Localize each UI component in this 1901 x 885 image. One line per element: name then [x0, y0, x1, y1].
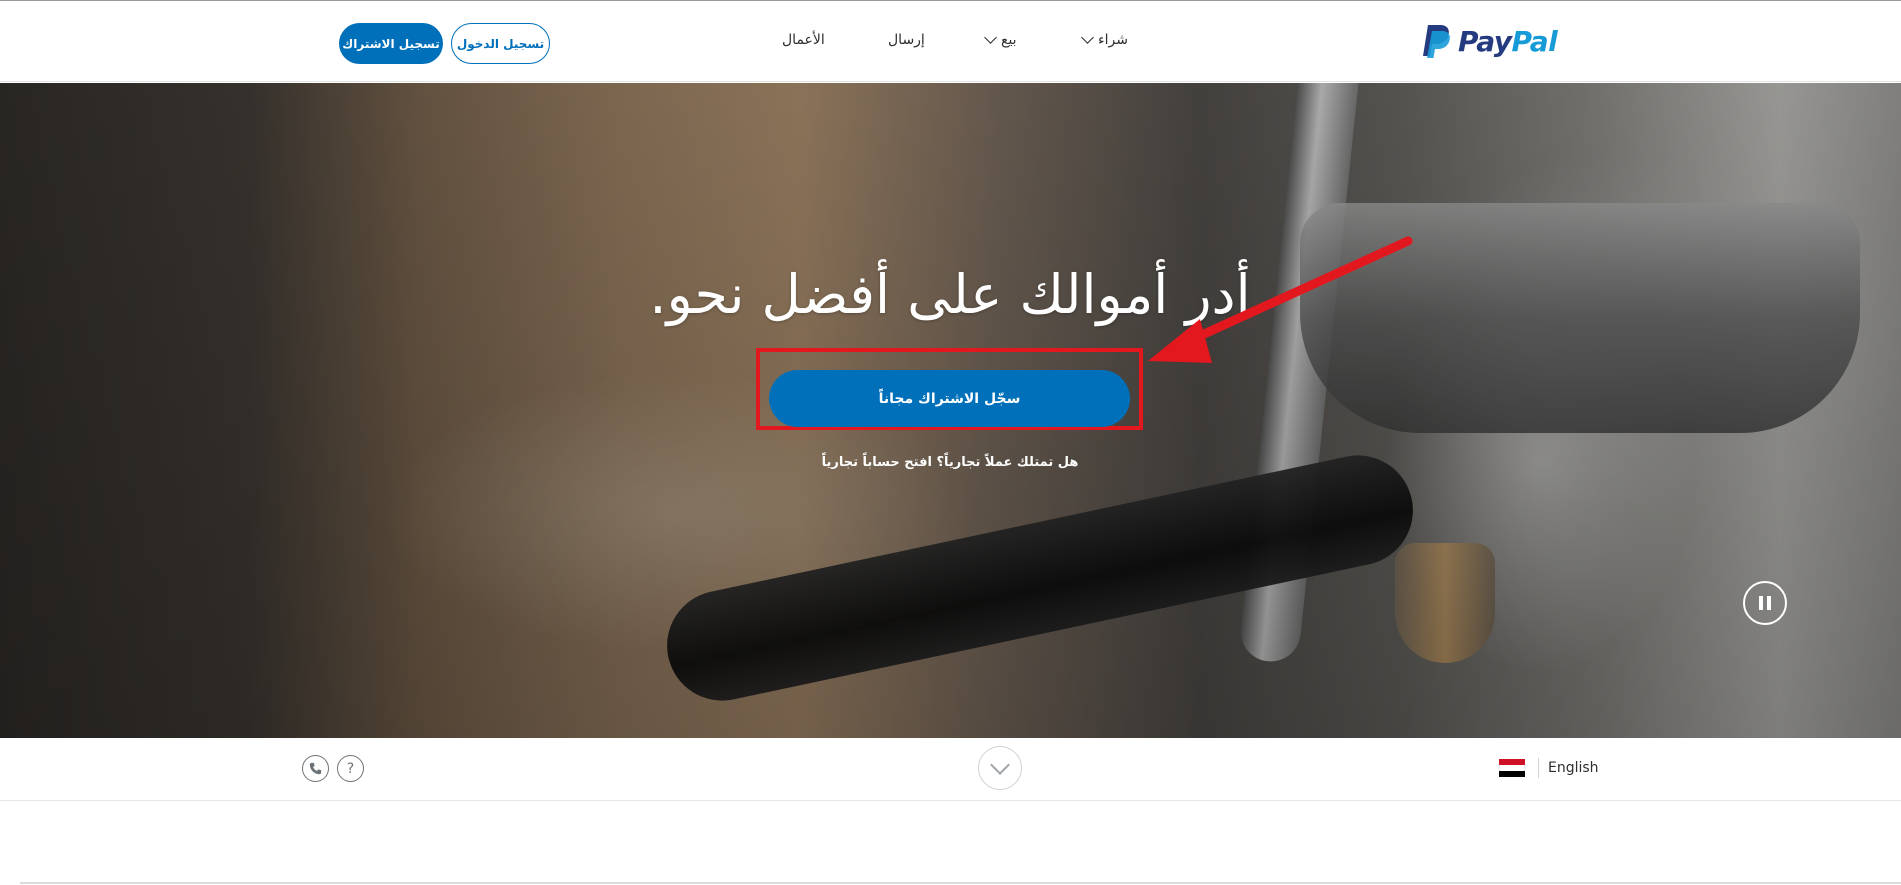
logo-pay: Pay — [1458, 24, 1512, 58]
signup-free-button[interactable]: سجّل الاشتراك مجاناً — [769, 370, 1130, 427]
language-english-link[interactable]: English — [1548, 760, 1599, 776]
paypal-wordmark: PayPal — [1458, 24, 1558, 58]
nav-buy[interactable]: شراء — [1081, 31, 1128, 48]
hero-section: أدر أموالك على أفضل نحو. سجّل الاشتراك م… — [0, 83, 1901, 738]
logo-pal: Pal — [1511, 24, 1558, 58]
hero-title: أدر أموالك على أفضل نحو. — [649, 263, 1251, 326]
phone-icon[interactable] — [302, 755, 329, 782]
chevron-down-icon — [1081, 31, 1094, 44]
site-header: تسجيل الاشتراك تسجيل الدخول الأعمال إرسا… — [0, 0, 1901, 82]
pause-icon — [1759, 596, 1763, 610]
phone-glyph-icon — [309, 762, 322, 775]
pause-video-button[interactable] — [1743, 581, 1787, 625]
signup-button[interactable]: تسجيل الاشتراك — [339, 23, 443, 64]
nav-business[interactable]: الأعمال — [782, 32, 825, 48]
footer-bar: ? English — [0, 738, 1901, 801]
pause-icon-bar — [1767, 596, 1771, 610]
help-glyph: ? — [346, 760, 355, 777]
language-divider — [1538, 758, 1539, 778]
scroll-down-button[interactable] — [978, 746, 1022, 790]
chevron-down-icon — [984, 31, 997, 44]
page: تسجيل الاشتراك تسجيل الدخول الأعمال إرسا… — [0, 0, 1901, 885]
nav-business-label: الأعمال — [782, 32, 825, 48]
business-account-link[interactable]: هل تمتلك عملاً تجارياً؟ افتح حساباً تجار… — [700, 455, 1200, 470]
help-icon[interactable]: ? — [337, 755, 364, 782]
flag-stripe-black — [1499, 771, 1525, 777]
nav-sell[interactable]: بيع — [984, 31, 1017, 48]
login-button[interactable]: تسجيل الدخول — [451, 23, 550, 64]
nav-send-label: إرسال — [888, 32, 925, 48]
nav-sell-label: بيع — [1001, 32, 1017, 48]
nav-buy-label: شراء — [1098, 32, 1128, 48]
paypal-p-icon — [1423, 25, 1450, 58]
egypt-flag-icon — [1499, 759, 1525, 777]
nav-send[interactable]: إرسال — [888, 32, 925, 48]
chevron-down-icon — [990, 755, 1010, 775]
paypal-logo[interactable]: PayPal — [1420, 21, 1558, 61]
page-bottom-divider — [20, 882, 1901, 884]
